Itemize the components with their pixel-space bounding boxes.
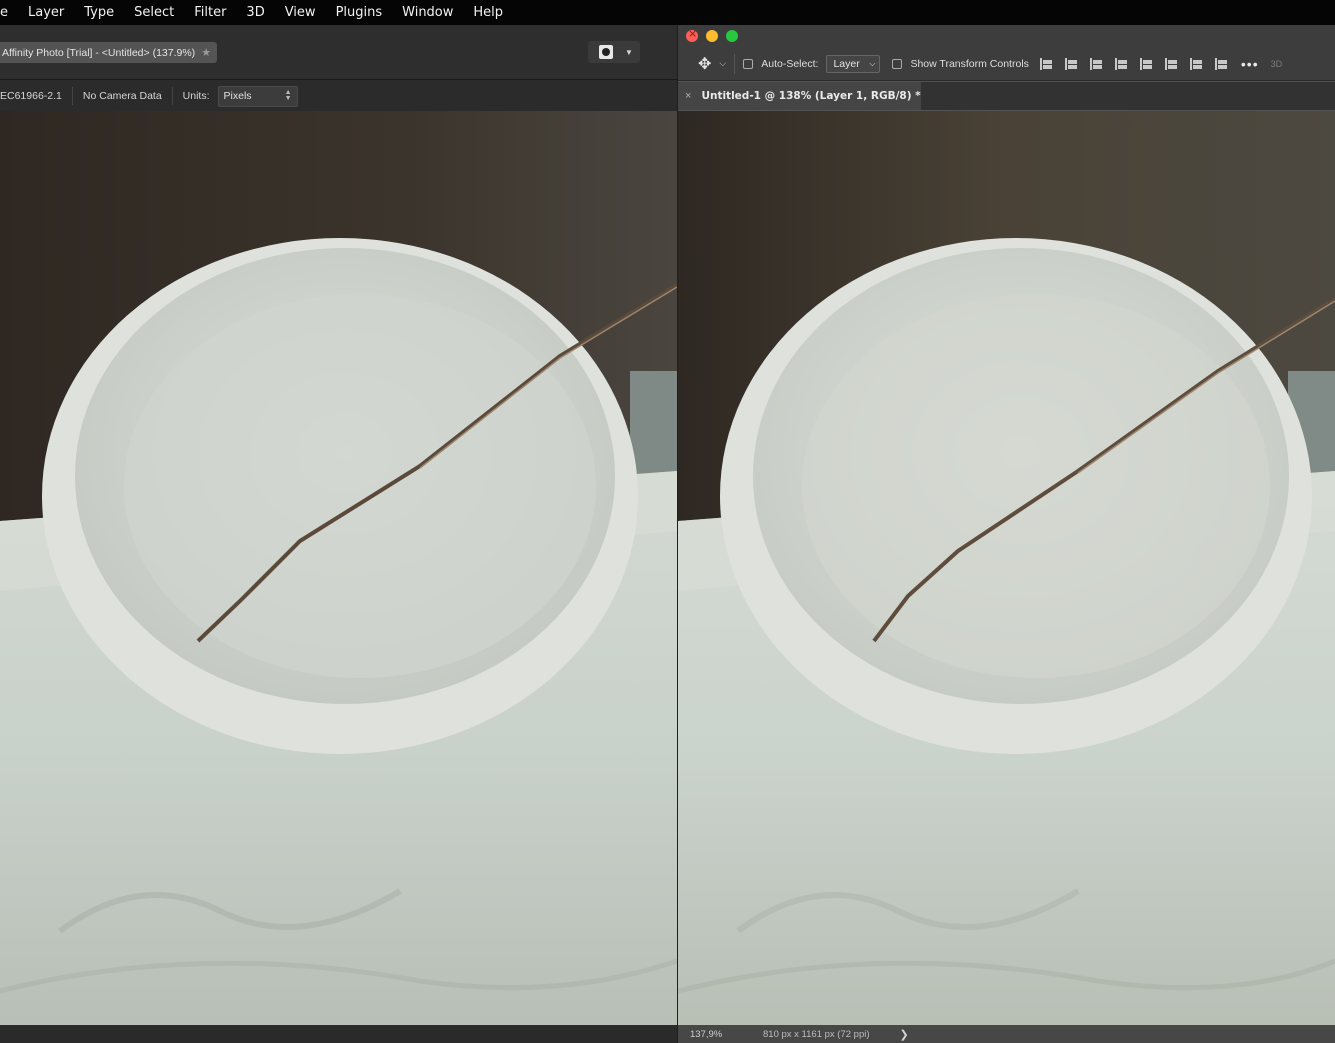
menu-plugins[interactable]: Plugins (326, 0, 393, 25)
distribute-icon[interactable] (1114, 57, 1129, 71)
units-select[interactable]: Pixels ▲ ▼ (217, 85, 298, 107)
menu-edit[interactable]: e (0, 0, 18, 25)
mask-mode-icon (599, 45, 613, 59)
menu-filter[interactable]: Filter (184, 0, 236, 25)
toolbar-divider (734, 53, 736, 74)
menu-view[interactable]: View (275, 0, 326, 25)
photoshop-options-bar: ✥ ⌵ Auto-Select: Layer ⌵ Show Transform … (678, 47, 1335, 81)
zoom-readout[interactable]: 137,9% (690, 1029, 750, 1040)
photoshop-window: ✥ ⌵ Auto-Select: Layer ⌵ Show Transform … (678, 25, 1335, 1043)
stepper-arrows-icon: ▲ ▼ (284, 89, 292, 102)
units-value: Pixels (223, 90, 252, 102)
menu-select[interactable]: Select (124, 0, 184, 25)
affinity-context-toolbar: EC61966-2.1 No Camera Data Units: Pixels… (0, 81, 677, 111)
3d-mode-label[interactable]: 3D (1271, 59, 1283, 69)
menu-layer[interactable]: Layer (18, 0, 74, 25)
photo-plate-right (678, 111, 1335, 1025)
align-bottom-icon[interactable] (1189, 57, 1204, 71)
toolbar-divider (171, 87, 173, 105)
window-maximize-button[interactable] (726, 30, 738, 42)
show-transform-label: Show Transform Controls (910, 57, 1029, 70)
window-chrome (678, 25, 1335, 47)
photoshop-canvas[interactable] (678, 111, 1335, 1025)
more-options-icon[interactable]: ••• (1241, 56, 1259, 72)
align-middle-icon[interactable] (1164, 57, 1179, 71)
auto-select-checkbox[interactable] (743, 58, 754, 69)
affinity-window: Affinity Photo [Trial] - <Untitled> (137… (0, 25, 677, 1043)
distribute-vertical-icon[interactable] (1214, 57, 1229, 71)
photoshop-tab-bar: × Untitled-1 @ 138% (Layer 1, RGB/8) * (678, 82, 1335, 110)
auto-select-dropdown[interactable]: Layer ⌵ (826, 54, 881, 73)
align-left-icon[interactable] (1039, 57, 1054, 71)
camera-data-label: No Camera Data (82, 90, 162, 102)
align-top-icon[interactable] (1139, 57, 1154, 71)
window-minimize-button[interactable] (706, 30, 718, 42)
affinity-statusbar (0, 1025, 677, 1043)
menu-window[interactable]: Window (392, 0, 463, 25)
affinity-document-title: Affinity Photo [Trial] - <Untitled> (137… (2, 46, 196, 59)
affinity-canvas[interactable] (0, 111, 677, 1025)
align-right-icon[interactable] (1089, 57, 1104, 71)
chevron-down-icon: ▼ (625, 47, 633, 57)
affinity-tab-close-icon[interactable]: ★ (201, 46, 211, 59)
photoshop-document-tab[interactable]: × Untitled-1 @ 138% (Layer 1, RGB/8) * (678, 82, 921, 110)
window-close-button[interactable] (686, 27, 698, 42)
toolbar-divider (71, 87, 73, 105)
photoshop-document-title: Untitled-1 @ 138% (Layer 1, RGB/8) * (701, 90, 921, 102)
align-center-icon[interactable] (1064, 57, 1079, 71)
menu-bar: e Layer Type Select Filter 3D View Plugi… (0, 0, 1335, 25)
quick-mask-button[interactable]: ▼ (588, 41, 640, 63)
color-profile-label: EC61966-2.1 (0, 90, 62, 102)
menu-help[interactable]: Help (463, 0, 513, 25)
chevron-right-icon[interactable]: ❯ (900, 1028, 909, 1041)
affinity-titlebar: Affinity Photo [Trial] - <Untitled> (137… (0, 25, 677, 80)
chevron-down-icon[interactable]: ⌵ (719, 58, 726, 69)
chevron-down-icon: ⌵ (869, 58, 876, 68)
affinity-document-tab[interactable]: Affinity Photo [Trial] - <Untitled> (137… (0, 42, 218, 63)
units-label: Units: (182, 90, 210, 102)
auto-select-label: Auto-Select: (761, 57, 819, 70)
document-dimensions: 810 px x 1161 px (72 ppi) (763, 1028, 870, 1040)
auto-select-value: Layer (833, 57, 860, 70)
menu-type[interactable]: Type (74, 0, 124, 25)
menu-3d[interactable]: 3D (236, 0, 274, 25)
photoshop-statusbar: 137,9% 810 px x 1161 px (72 ppi) ❯ (678, 1025, 1335, 1043)
photo-plate-left (0, 111, 677, 1025)
align-buttons (1039, 57, 1229, 71)
tab-close-icon[interactable]: × (685, 90, 691, 102)
show-transform-checkbox[interactable] (892, 58, 903, 69)
move-tool-icon[interactable]: ✥ (698, 54, 711, 74)
